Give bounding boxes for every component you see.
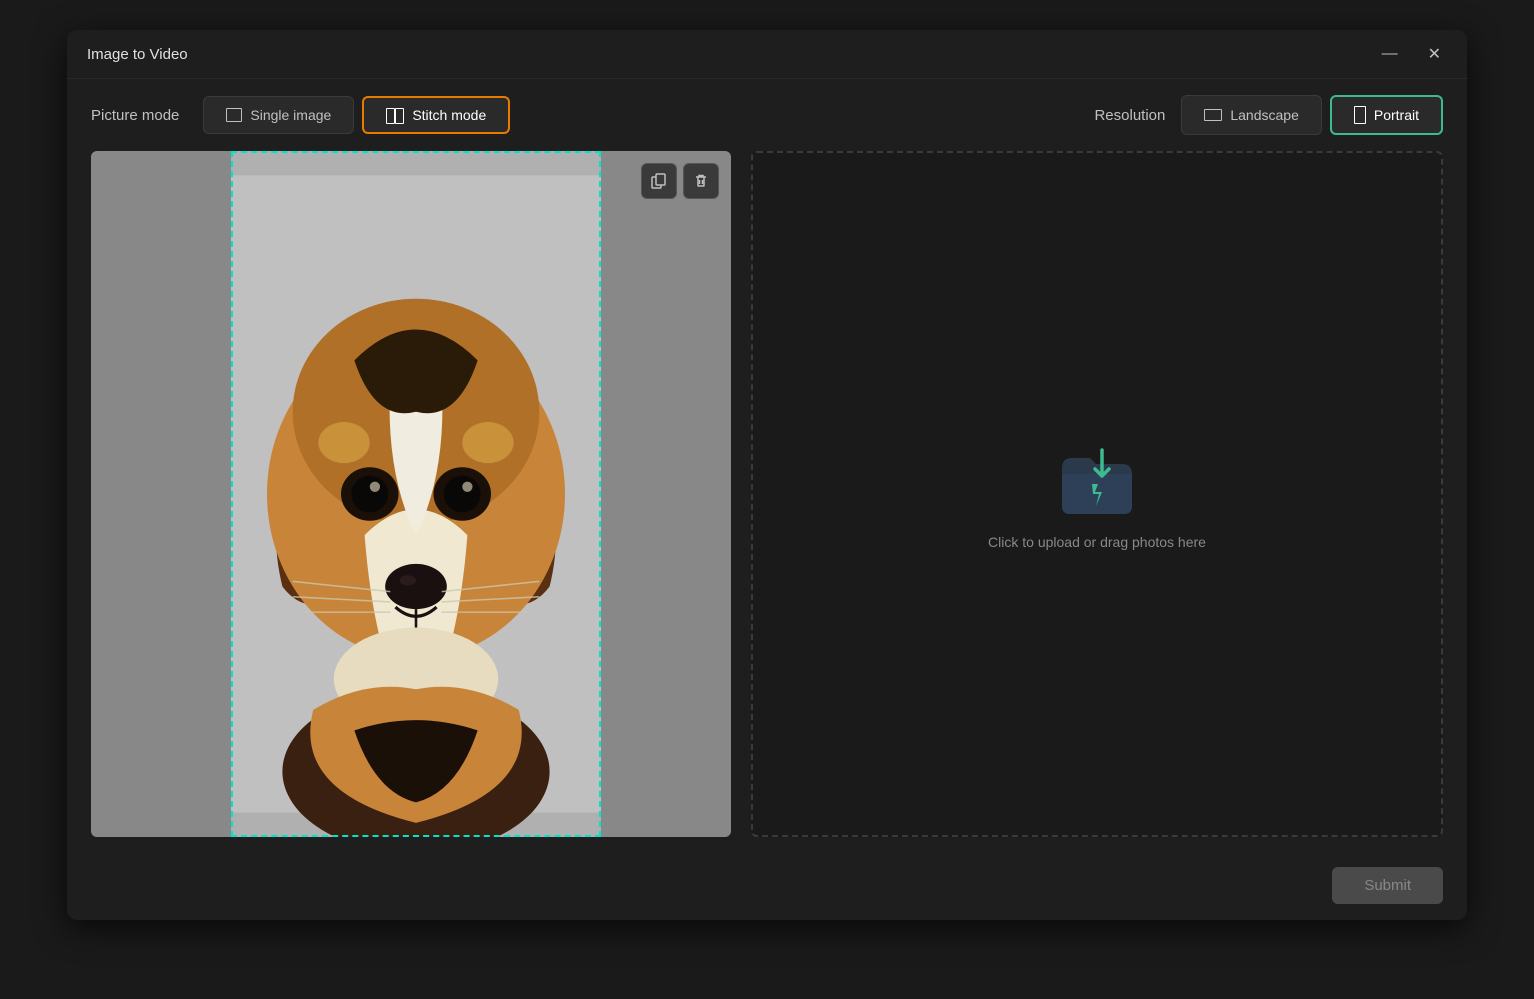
resolution-section: Resolution Landscape Portrait bbox=[1094, 95, 1443, 135]
delete-image-button[interactable] bbox=[683, 163, 719, 199]
left-panel-image-area bbox=[91, 151, 731, 837]
stitch-mode-icon bbox=[386, 108, 404, 122]
minimize-button[interactable]: — bbox=[1376, 43, 1404, 65]
close-button[interactable]: ✕ bbox=[1422, 42, 1447, 66]
picture-mode-label: Picture mode bbox=[91, 107, 179, 124]
image-bg-left bbox=[91, 151, 231, 837]
bottom-bar: Submit bbox=[67, 857, 1467, 920]
title-bar: Image to Video — ✕ bbox=[67, 30, 1467, 79]
resolution-label: Resolution bbox=[1094, 107, 1165, 124]
dog-illustration bbox=[231, 151, 601, 837]
controls-row: Picture mode Single image Stitch mode Re… bbox=[67, 79, 1467, 151]
upload-folder-icon bbox=[1052, 438, 1142, 518]
single-image-icon bbox=[226, 108, 242, 122]
submit-button[interactable]: Submit bbox=[1332, 867, 1443, 904]
dog-portrait-area bbox=[231, 151, 601, 837]
image-bg-right bbox=[601, 151, 731, 837]
landscape-icon bbox=[1204, 109, 1222, 121]
single-image-button[interactable]: Single image bbox=[203, 96, 354, 134]
dog-image-wrapper bbox=[91, 151, 731, 837]
duplicate-image-button[interactable] bbox=[641, 163, 677, 199]
portrait-icon bbox=[1354, 106, 1366, 124]
main-content: Click to upload or drag photos here bbox=[67, 151, 1467, 857]
resolution-buttons: Landscape Portrait bbox=[1181, 95, 1443, 135]
upload-drop-zone[interactable]: Click to upload or drag photos here bbox=[751, 151, 1443, 837]
stitch-mode-button[interactable]: Stitch mode bbox=[362, 96, 510, 134]
window-controls: — ✕ bbox=[1376, 42, 1447, 66]
upload-content: Click to upload or drag photos here bbox=[988, 438, 1206, 550]
image-action-buttons bbox=[641, 163, 719, 199]
duplicate-icon bbox=[651, 173, 667, 189]
window-title: Image to Video bbox=[87, 46, 188, 63]
upload-text: Click to upload or drag photos here bbox=[988, 534, 1206, 550]
landscape-button[interactable]: Landscape bbox=[1181, 95, 1322, 135]
portrait-button[interactable]: Portrait bbox=[1330, 95, 1443, 135]
delete-icon bbox=[693, 173, 709, 189]
picture-mode-buttons: Single image Stitch mode bbox=[203, 96, 510, 134]
